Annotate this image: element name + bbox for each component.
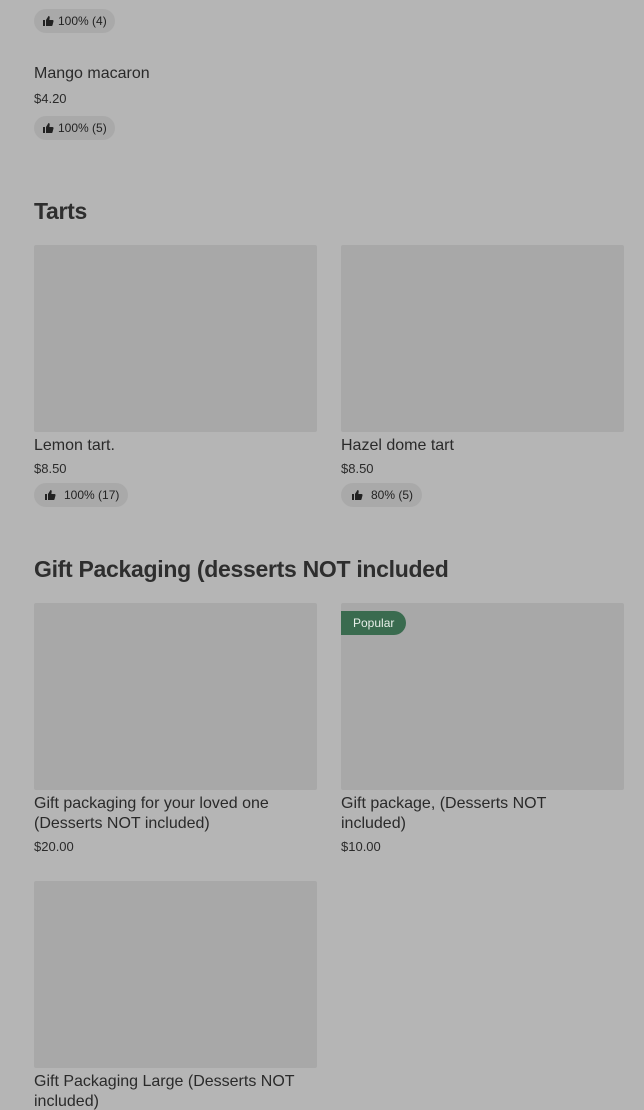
section-title-tarts: Tarts <box>34 198 88 224</box>
item-name-line: (Desserts NOT included) <box>34 815 210 832</box>
rating-text: 100% (17) <box>64 488 120 502</box>
item-name-line: Gift packaging for your loved one <box>34 795 269 812</box>
item-image[interactable] <box>34 245 317 432</box>
rating-badge-previous: 100% (4) <box>34 9 115 33</box>
rating-badge: 100% (5) <box>34 116 115 140</box>
item-name: Mango macaron <box>34 65 150 82</box>
popular-badge: Popular <box>341 611 407 635</box>
item-name-line: included) <box>341 815 406 832</box>
item-price: $8.50 <box>34 461 67 476</box>
item-name: Gift package, (Desserts NOT included) <box>341 794 546 834</box>
item-name-line: included) <box>34 1093 99 1110</box>
thumbs-up-icon <box>351 489 363 501</box>
thumbs-up-icon <box>42 122 54 134</box>
item-price: $4.20 <box>34 91 67 106</box>
menu-page: 100% (4) Mango macaron $4.20 100% (5) Ta… <box>0 0 644 1110</box>
item-name: Hazel dome tart <box>341 437 454 454</box>
item-name: Gift packaging for your loved one (Desse… <box>34 794 269 834</box>
rating-badge: 80% (5) <box>341 483 423 507</box>
rating-text: 80% (5) <box>371 488 414 502</box>
rating-badge: 100% (17) <box>34 483 129 507</box>
item-image[interactable] <box>34 881 317 1068</box>
item-name: Gift Packaging Large (Desserts NOT inclu… <box>34 1072 295 1110</box>
item-image[interactable] <box>34 603 317 790</box>
item-name-line: Gift package, (Desserts NOT <box>341 795 547 812</box>
item-name: Lemon tart. <box>34 437 115 454</box>
rating-text: 100% (4) <box>58 14 107 28</box>
item-price: $10.00 <box>341 839 381 854</box>
item-price: $8.50 <box>341 461 374 476</box>
item-image[interactable] <box>341 245 624 432</box>
section-title-gift-packaging: Gift Packaging (desserts NOT included <box>34 556 449 582</box>
item-price: $20.00 <box>34 839 74 854</box>
rating-text: 100% (5) <box>58 121 107 135</box>
thumbs-up-icon <box>42 15 54 27</box>
item-name-line: Gift Packaging Large (Desserts NOT <box>34 1073 295 1090</box>
thumbs-up-icon <box>44 489 56 501</box>
